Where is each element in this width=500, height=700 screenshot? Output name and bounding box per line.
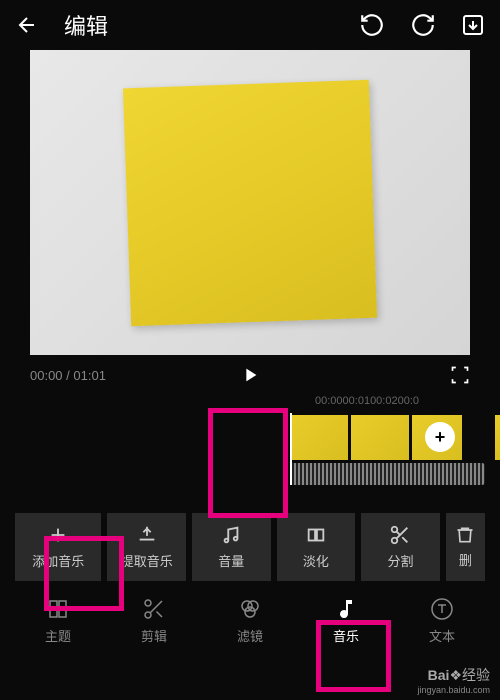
watermark: Bai❖经验 jingyan.baidu.com <box>417 665 490 695</box>
add-music-button[interactable]: 添加音乐 <box>15 513 101 581</box>
add-clip-button[interactable]: + <box>425 422 455 452</box>
back-button[interactable] <box>15 13 39 37</box>
nav-edit[interactable]: 剪辑 <box>106 597 202 645</box>
preview-frame <box>30 50 470 355</box>
audio-waveform[interactable] <box>290 463 485 485</box>
time-display: 00:00 / 01:01 <box>30 368 106 383</box>
clip-thumbnail[interactable] <box>495 415 500 460</box>
delete-button[interactable]: 删 <box>446 513 485 581</box>
undo-button[interactable] <box>359 12 385 38</box>
playhead[interactable] <box>290 413 292 485</box>
timeline-clips[interactable]: + <box>15 415 485 460</box>
nav-text[interactable]: 文本 <box>394 597 490 645</box>
clip-thumbnail[interactable] <box>351 415 409 460</box>
split-button[interactable]: 分割 <box>361 513 440 581</box>
video-preview[interactable] <box>30 50 470 355</box>
clip-thumbnail[interactable] <box>290 415 348 460</box>
timeline[interactable]: 00:00 00:01 00:02 00:0 + <box>0 395 500 505</box>
nav-music[interactable]: 音乐 <box>298 597 394 645</box>
nav-filter[interactable]: 滤镜 <box>202 597 298 645</box>
fade-button[interactable]: 淡化 <box>277 513 356 581</box>
music-toolbar: 添加音乐 提取音乐 音量 淡化 分割 删 <box>15 513 485 581</box>
page-title: 编辑 <box>64 9 339 41</box>
bottom-nav: 主题 剪辑 滤镜 音乐 文本 <box>0 581 500 656</box>
redo-button[interactable] <box>410 12 436 38</box>
play-button[interactable] <box>239 364 261 386</box>
preview-content-object <box>123 79 378 325</box>
nav-theme[interactable]: 主题 <box>10 597 106 645</box>
fullscreen-button[interactable] <box>450 365 470 385</box>
volume-button[interactable]: 音量 <box>192 513 271 581</box>
extract-music-button[interactable]: 提取音乐 <box>107 513 186 581</box>
timeline-ruler: 00:00 00:01 00:02 00:0 <box>15 395 485 415</box>
save-button[interactable] <box>461 13 485 37</box>
